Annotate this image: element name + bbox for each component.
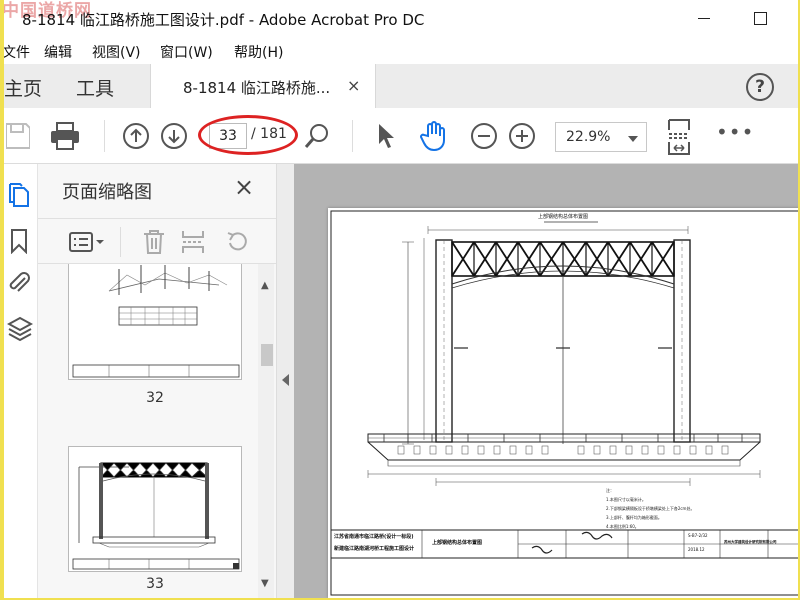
window-title: 8-1814 临江路桥施工图设计.pdf - Adobe Acrobat Pro…: [22, 11, 425, 29]
menu-bar: 文件 编辑 视图(V) 窗口(W) 帮助(H): [4, 38, 798, 64]
delete-icon[interactable]: [142, 229, 166, 255]
tab-document[interactable]: 8-1814 临江路桥施... ×: [150, 64, 376, 108]
document-tab-label: 8-1814 临江路桥施...: [183, 79, 331, 97]
menu-view[interactable]: 视图(V): [92, 42, 141, 62]
zoom-search-icon[interactable]: [304, 122, 330, 150]
title-bar: 中国道桥网 8-1814 临江路桥施工图设计.pdf - Adobe Acrob…: [4, 0, 798, 38]
help-icon[interactable]: ?: [746, 73, 774, 101]
thumbnail-32-drawing: [72, 265, 240, 378]
tab-home[interactable]: 主页: [4, 74, 42, 101]
print-icon[interactable]: [50, 122, 80, 150]
scroll-up-icon[interactable]: ▲: [261, 280, 269, 291]
minimize-button[interactable]: [692, 6, 716, 30]
close-panel-icon[interactable]: ×: [234, 175, 254, 199]
thumbnail-page-32[interactable]: [68, 264, 242, 380]
title-block-design-unit: 苏州大学建筑设计研究院有限公司: [724, 540, 777, 544]
panel-separator: [120, 227, 121, 257]
select-cursor-icon[interactable]: [376, 122, 396, 150]
zoom-out-icon[interactable]: [470, 122, 498, 150]
menu-edit[interactable]: 编辑: [44, 42, 72, 62]
collapse-panel-icon[interactable]: [282, 374, 289, 386]
thumbnail-label-32: 32: [146, 390, 164, 406]
save-icon[interactable]: [6, 122, 30, 150]
menu-window[interactable]: 窗口(W): [160, 42, 213, 62]
notes-header: 注：: [606, 488, 614, 493]
thumbnail-scrollbar[interactable]: ▲ ▼: [258, 264, 274, 598]
zoom-value: 22.9%: [566, 129, 611, 145]
zoom-in-icon[interactable]: [508, 122, 536, 150]
thumbnail-33-drawing: [72, 462, 240, 570]
note-line: 2.下部钢梁横隔板设于桥墩横梁处上下各2cm处。: [606, 506, 695, 511]
menu-help[interactable]: 帮助(H): [234, 42, 283, 62]
scrollbar-thumb[interactable]: [261, 344, 273, 366]
close-tab-icon[interactable]: ×: [347, 76, 360, 95]
chevron-down-icon: [628, 136, 638, 142]
panel-collapse-strip[interactable]: [276, 164, 294, 598]
page-thumbnails-panel: 页面缩略图 × 32 33 ▲ ▼: [38, 164, 276, 598]
tab-tools[interactable]: 工具: [76, 74, 114, 101]
rotate-icon[interactable]: [224, 229, 250, 255]
thumbnail-list: 32 33: [38, 264, 258, 598]
panel-toolbar: [38, 218, 276, 264]
scroll-down-icon[interactable]: ▼: [261, 578, 269, 589]
page-thumbnails-icon[interactable]: [8, 182, 32, 208]
panel-title: 页面缩略图: [62, 182, 152, 203]
thumbnail-label-33: 33: [146, 576, 164, 592]
next-page-icon[interactable]: [160, 122, 188, 150]
note-line: 1.本图尺寸以毫米计。: [606, 497, 646, 502]
title-block-drawing-name: 上部钢结构总体布置图: [432, 540, 483, 546]
note-line: 4.本图比例1:60。: [606, 524, 639, 529]
zoom-select[interactable]: 22.9%: [555, 122, 647, 152]
drawing-title: 上部钢结构总体布置图: [538, 214, 589, 220]
attachment-icon[interactable]: [7, 270, 31, 296]
toolbar: 33 / 181 22.9% •••: [4, 108, 798, 164]
toolbar-separator: [352, 120, 353, 152]
previous-page-icon[interactable]: [122, 122, 150, 150]
fit-page-icon[interactable]: [666, 118, 692, 156]
menu-file[interactable]: 文件: [4, 42, 30, 62]
hand-tool-icon[interactable]: [420, 120, 450, 152]
insert-page-icon[interactable]: [180, 229, 206, 255]
maximize-button[interactable]: [748, 6, 772, 30]
title-block-drawing-no: S-B7-2/32: [688, 533, 708, 538]
title-block-project-1: 江苏省南通市临江路桥(设计一标段): [334, 534, 414, 540]
document-canvas[interactable]: 上部钢结构总体布置图 注： 1.本图尺寸以毫米计。 2.下部钢梁横隔板设于桥墩横…: [294, 164, 798, 598]
toolbar-separator: [104, 120, 105, 152]
more-tools-icon[interactable]: •••: [716, 120, 754, 144]
thumbnail-page-33[interactable]: [68, 446, 242, 572]
pdf-page: 上部钢结构总体布置图 注： 1.本图尺寸以毫米计。 2.下部钢梁横隔板设于桥墩横…: [328, 208, 798, 598]
note-line: 3.上部杆、腹杆均为箱形截面。: [606, 515, 662, 520]
tab-row: 主页 工具 8-1814 临江路桥施... × ?: [4, 64, 798, 108]
thumbnail-options-icon[interactable]: [68, 231, 106, 253]
drawing-notes: 注： 1.本图尺寸以毫米计。 2.下部钢梁横隔板设于桥墩横梁处上下各2cm处。 …: [606, 486, 694, 531]
acrobat-window: 中国道桥网 8-1814 临江路桥施工图设计.pdf - Adobe Acrob…: [4, 0, 798, 598]
title-block-project-2: 新建临江路南湖河桥工程施工图设计: [334, 546, 415, 552]
title-block-date: 2018.12: [688, 547, 705, 552]
layers-icon[interactable]: [7, 316, 33, 342]
bookmark-icon[interactable]: [10, 228, 28, 254]
highlight-ellipse: [198, 115, 298, 155]
left-navigation-rail: [4, 164, 38, 598]
